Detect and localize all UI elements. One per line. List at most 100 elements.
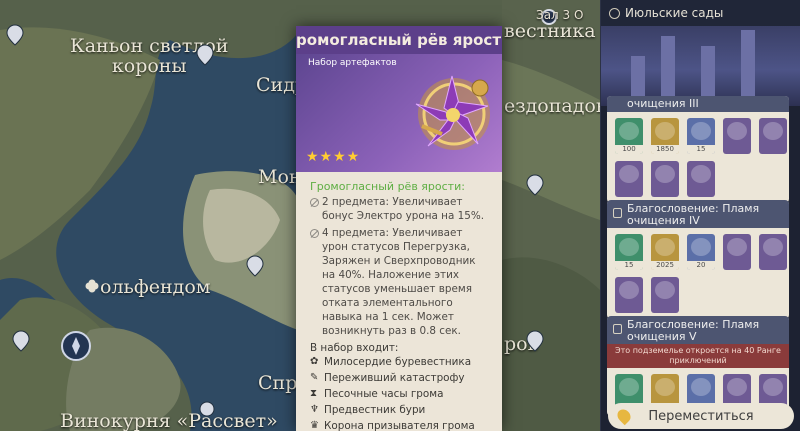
reward-icon [619,238,639,256]
set-bonus-2: 2 предмета: Увеличивает бонус Электро ур… [310,195,490,223]
reward-icon [619,281,639,299]
map-label-spr: Спр [258,372,298,394]
reward-icon [691,165,711,183]
set-piece-name: Корона призывателя грома [324,420,475,431]
waypoint-icon[interactable] [526,174,544,196]
reward-icon [727,378,747,396]
reward-count: 15 [687,145,715,154]
level-title: Благословение: Пламя очищения IV [607,200,789,228]
reward-icon [727,238,747,256]
level-title: очищения III [607,96,789,112]
waypoint-icon[interactable] [246,255,264,277]
artifact-set-tooltip: Громогласный рёв ярости Набор артефактов… [296,26,502,431]
lock-icon [613,324,622,334]
reward-icon [727,122,747,140]
level-card[interactable]: Благословение: Пламя очищения V Это подз… [607,316,789,416]
reward-icon [763,378,783,396]
set-piece-item: ♛ Корона призывателя грома [310,419,490,431]
reward-list: 15 2025 20 [607,228,789,319]
region-badge[interactable]: Зал 3 О [536,8,583,22]
reward-item[interactable] [651,161,679,197]
reward-item[interactable] [651,277,679,313]
reward-item[interactable]: 1850 [651,118,679,154]
domain-banner [601,26,800,106]
waypoint-icon[interactable] [526,330,544,352]
reward-count: 15 [615,261,643,270]
teleport-label: Переместиться [648,408,754,424]
reward-item[interactable] [723,234,751,270]
tooltip-title: Громогласный рёв ярости [296,26,502,54]
goblet-icon: ♆ [310,404,319,415]
reward-item[interactable]: 2025 [651,234,679,270]
reward-item[interactable] [687,161,715,197]
set-pieces-list: ✿ Милосердие буревестника ✎ Переживший ката… [310,355,490,431]
reward-item[interactable]: 15 [687,118,715,154]
reward-icon [619,165,639,183]
domain-type-icon [609,8,620,19]
flower-icon: ✿ [310,356,319,367]
reward-icon [655,122,675,140]
reward-count: 20 [687,261,715,270]
teleport-pin-icon [614,406,634,426]
set-bonus-title: Громогласный рёв ярости: [310,180,465,193]
locked-notice: Это подземелье откроется на 40 Ранге при… [607,344,789,368]
inactive-bonus-icon [310,198,319,207]
artifact-flower-icon [415,75,490,150]
reward-count: 1850 [651,145,679,154]
level-title: Благословение: Пламя очищения V [607,316,789,344]
reward-count: 2025 [651,261,679,270]
crown-icon: ♛ [310,420,319,431]
reward-item[interactable] [759,118,787,154]
tooltip-body: Громогласный рёв ярости: 2 предмета: Уве… [296,172,502,431]
reward-icon [763,238,783,256]
set-pieces-header: В набор входит: [310,342,399,354]
reward-icon [619,378,639,396]
teleport-button[interactable]: Переместиться [608,403,794,429]
hourglass-icon: ⧗ [310,388,318,399]
waypoint-icon[interactable] [198,400,216,418]
reward-icon [655,238,675,256]
map-label-vinokurnya: Винокурня «Рассвет» [60,410,278,431]
set-piece-name: Милосердие буревестника [324,356,472,368]
region-badge-label: Зал 3 О [536,8,584,22]
reward-icon [763,122,783,140]
reward-item[interactable]: 15 [615,234,643,270]
reward-icon [655,165,675,183]
set-piece-name: Переживший катастрофу [324,372,465,384]
waypoint-icon[interactable] [6,24,24,46]
map-label-folfendom: ольфендом [100,276,211,298]
clover-icon[interactable] [84,278,100,294]
inactive-bonus-icon [310,229,319,238]
set-bonus-4: 4 предмета: Увеличивает урон статусов Пе… [310,226,490,338]
set-piece-name: Песочные часы грома [324,388,444,400]
waypoint-icon[interactable] [12,330,30,352]
reward-icon [691,238,711,256]
domain-header: Июльские сады [601,0,800,26]
feather-icon: ✎ [310,372,319,383]
level-card[interactable]: очищения III 100 1850 15 [607,96,789,203]
item-type: Набор артефактов [308,58,397,68]
waypoint-icon[interactable] [196,44,214,66]
reward-count: 100 [615,145,643,154]
rarity-stars: ★★★★ [306,149,361,165]
reward-icon [691,122,711,140]
reward-icon [619,122,639,140]
domain-panel: Июльские сады очищения III 100 1850 15 Бла… [600,0,800,431]
reward-item[interactable] [723,118,751,154]
set-piece-name: Предвестник бури [324,404,426,416]
set-piece-item: ⧗ Песочные часы грома [310,387,490,403]
reward-item[interactable] [759,234,787,270]
reward-list: 100 1850 15 [607,112,789,203]
reward-item[interactable]: 100 [615,118,643,154]
set-piece-item: ♆ Предвестник бури [310,403,490,419]
reward-icon [655,281,675,299]
reward-item[interactable] [615,161,643,197]
map-label-zdopad: ездопадов [504,95,607,117]
domain-title: Июльские сады [625,6,724,20]
statue-icon[interactable] [60,330,92,362]
level-card[interactable]: Благословение: Пламя очищения IV 15 2025 2… [607,200,789,319]
reward-item[interactable] [615,277,643,313]
reward-item[interactable]: 20 [687,234,715,270]
lock-icon [613,208,622,218]
reward-icon [691,378,711,396]
